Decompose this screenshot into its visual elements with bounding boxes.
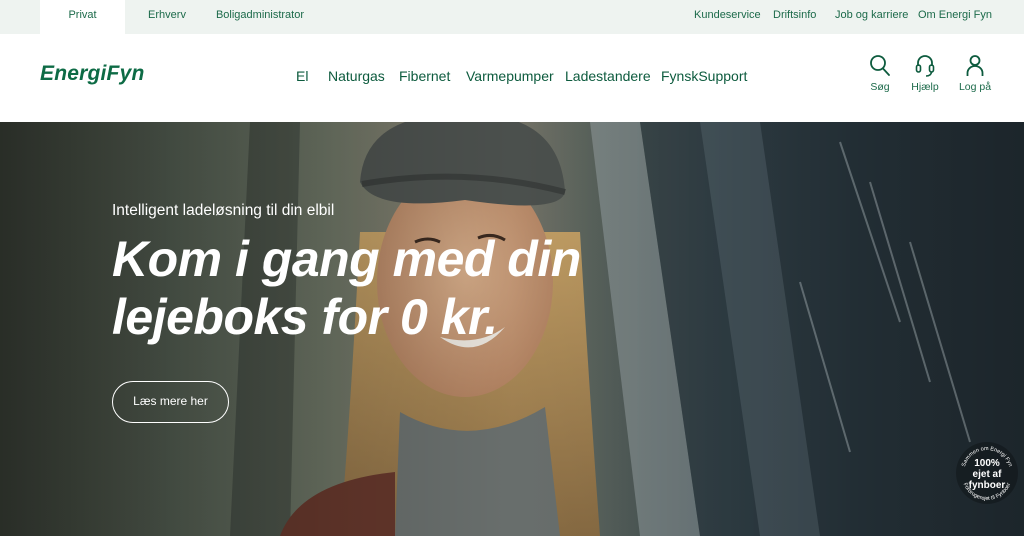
badge-line-2: ejet af (972, 469, 1002, 480)
segment-business[interactable]: Erhverv (127, 0, 207, 34)
ownership-badge: Sammen om Energi Fyn Forbrugerejet til F… (956, 442, 1018, 504)
user-icon (966, 55, 984, 76)
help-label: Hjælp (911, 81, 939, 93)
hero-headline: Kom i gang med din lejeboks for 0 kr. (112, 231, 581, 345)
segment-property-admin[interactable]: Boligadministrator (210, 0, 310, 34)
headset-icon (915, 55, 935, 77)
link-operations-info[interactable]: Driftsinfo (773, 0, 816, 30)
link-about[interactable]: Om Energi Fyn (918, 0, 992, 30)
badge-line-1: 100% (974, 458, 1000, 469)
nav-ladestandere[interactable]: Ladestandere (565, 68, 651, 84)
nav-varmepumper[interactable]: Varmepumper (466, 68, 554, 84)
hero-banner: Intelligent ladeløsning til din elbil Ko… (0, 122, 1024, 536)
nav-naturgas[interactable]: Naturgas (328, 68, 385, 84)
nav-fibernet[interactable]: Fibernet (399, 68, 450, 84)
login-button[interactable]: Log på (953, 54, 997, 93)
link-jobs-careers[interactable]: Job og karriere (835, 0, 908, 30)
badge-main-text: 100% ejet af fynboer (956, 458, 1018, 491)
search-icon (870, 55, 890, 76)
badge-line-3: fynboer (968, 480, 1006, 491)
nav-el[interactable]: El (296, 68, 308, 84)
search-button[interactable]: Søg (858, 54, 902, 93)
top-utility-bar: Privat Erhverv Boligadministrator Kundes… (0, 0, 1024, 34)
hero-eyebrow: Intelligent ladeløsning til din elbil (112, 202, 335, 219)
main-header: EnergiFyn El Naturgas Fibernet Varmepump… (0, 34, 1024, 122)
energifyn-logo[interactable]: EnergiFyn (40, 62, 144, 86)
nav-fynsksupport[interactable]: FynskSupport (661, 68, 747, 84)
segment-private[interactable]: Privat (40, 0, 125, 34)
search-label: Søg (870, 81, 890, 93)
read-more-button[interactable]: Læs mere her (112, 381, 229, 423)
login-label: Log på (958, 81, 992, 93)
link-customer-service[interactable]: Kundeservice (694, 0, 761, 30)
help-button[interactable]: Hjælp (903, 54, 947, 93)
